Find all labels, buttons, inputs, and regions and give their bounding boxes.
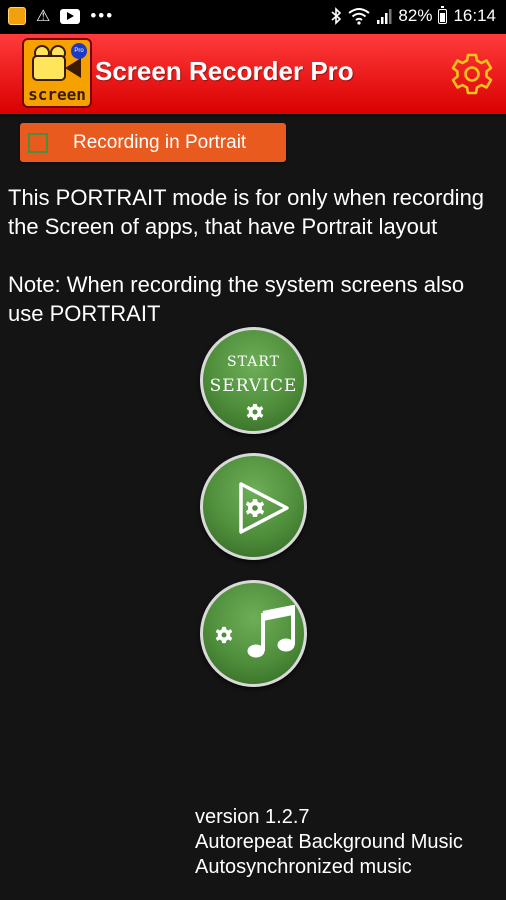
start-recording-button[interactable]: [200, 453, 307, 560]
warning-icon: ⚠: [36, 8, 51, 25]
app-bar: Pro screen Screen Recorder Pro: [0, 34, 506, 114]
camera-lens-icon: [65, 58, 81, 78]
music-note-icon: [247, 605, 295, 658]
logo-text: screen: [28, 85, 86, 104]
battery-icon: [438, 5, 448, 24]
start-service-button[interactable]: START SERVICE: [200, 327, 307, 434]
portrait-toggle-label: Recording in Portrait: [73, 132, 247, 153]
version-info: version 1.2.7 Autorepeat Background Musi…: [195, 805, 463, 880]
signal-icon: [377, 9, 392, 24]
feature-autosync-text: Autosynchronized music: [195, 856, 412, 878]
gear-icon: [451, 53, 493, 95]
portrait-mode-description: This PORTRAIT mode is for only when reco…: [8, 185, 485, 326]
status-bar: ⚠ ••• 82% 16:14: [0, 0, 506, 34]
play-gear-icon: [239, 482, 289, 534]
portrait-checkbox[interactable]: [28, 133, 48, 153]
wifi-icon: [348, 8, 371, 25]
video-camera-icon: [32, 55, 66, 81]
app-notification-icon: [8, 7, 26, 25]
app-title: Screen Recorder Pro: [95, 56, 354, 86]
feature-autorepeat-text: Autorepeat Background Music: [195, 831, 463, 853]
app-logo: Pro screen: [22, 38, 92, 108]
system-icons: 82% 16:14: [330, 5, 496, 26]
background-music-button[interactable]: [200, 580, 307, 687]
start-label: START: [227, 354, 280, 370]
youtube-icon: [60, 8, 81, 24]
clock: 16:14: [453, 6, 496, 25]
pro-badge: Pro: [71, 43, 87, 59]
bluetooth-icon: [331, 7, 342, 25]
battery-percentage: 82%: [398, 6, 433, 25]
more-notifications-icon: •••: [90, 6, 115, 25]
settings-button[interactable]: [450, 52, 494, 96]
gear-icon: [215, 626, 233, 644]
service-label: SERVICE: [209, 376, 298, 396]
notification-icons: ⚠ •••: [8, 6, 114, 26]
recording-in-portrait-toggle[interactable]: Recording in Portrait: [20, 123, 286, 162]
gear-icon: [246, 403, 264, 421]
version-text: version 1.2.7: [195, 806, 310, 828]
